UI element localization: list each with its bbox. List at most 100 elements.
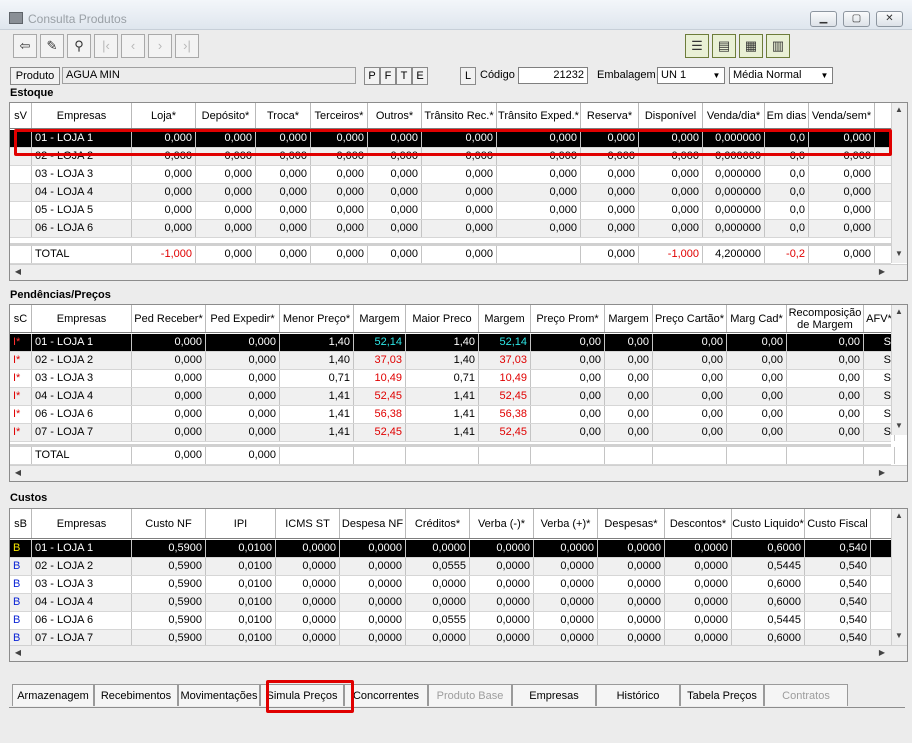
estoque-col-header[interactable]: Loja* [132,103,196,128]
view-mode-3-icon[interactable]: ▦ [739,34,763,58]
t-button[interactable]: T [396,67,412,85]
tab-hist-rico[interactable]: Histórico [596,684,680,706]
custos-col-header[interactable]: Créditos* [406,509,470,538]
custos-col-header[interactable]: Verba (+)* [534,509,598,538]
estoque-row[interactable]: 05 - LOJA 5 0,000 0,000 0,000 0,000 0,000 0,00… [10,202,891,220]
last-record-icon[interactable]: ›| [175,34,199,58]
tab-contratos[interactable]: Contratos [764,684,848,706]
custos-col-header[interactable]: Despesa NF [340,509,406,538]
prev-record-icon[interactable]: ‹ [121,34,145,58]
e-button[interactable]: E [412,67,428,85]
pendencias-row[interactable]: I* 04 - LOJA 4 0,000 0,000 1,41 52,45 1,41 52,4… [10,388,895,406]
estoque-row[interactable]: 06 - LOJA 6 0,000 0,000 0,000 0,000 0,000 0,00… [10,220,891,238]
pendencias-vertical-scrollbar[interactable]: ▲ ▼ [891,305,907,435]
tab-simula-pre-os[interactable]: Simula Preços [260,684,344,706]
custos-row[interactable]: B 06 - LOJA 6 0,5900 0,0100 0,0000 0,0000 0,05… [10,612,891,630]
pendencias-col-header[interactable]: Menor Preço* [280,305,354,332]
estoque-col-header[interactable]: Empresas [32,103,132,128]
pendencias-col-header[interactable]: Maior Preco [406,305,479,332]
custos-col-header[interactable]: IPI [206,509,276,538]
estoque-col-header[interactable]: Outros* [368,103,422,128]
scroll-right-icon[interactable]: ▶ [875,468,889,477]
estoque-horizontal-scrollbar[interactable]: ◀ ▶ [10,264,907,280]
estoque-col-header[interactable]: Trânsito Rec.* [422,103,497,128]
scroll-down-icon[interactable]: ▼ [892,631,906,640]
custos-col-header[interactable]: Verba (-)* [470,509,534,538]
tab-empresas[interactable]: Empresas [512,684,596,706]
estoque-row[interactable]: 02 - LOJA 2 0,000 0,000 0,000 0,000 0,000 0,00… [10,148,891,166]
media-select[interactable]: Média Normal ▼ [729,67,833,84]
scroll-up-icon[interactable]: ▲ [892,511,906,520]
pendencias-col-header[interactable]: Margem [354,305,406,332]
scroll-right-icon[interactable]: ▶ [875,648,889,657]
pendencias-col-header[interactable]: Ped Receber* [132,305,206,332]
scroll-down-icon[interactable]: ▼ [892,249,906,258]
custos-col-header[interactable]: Descontos* [665,509,732,538]
binoculars-icon[interactable]: ⚲ [67,34,91,58]
f-button[interactable]: F [380,67,396,85]
exit-icon[interactable]: ⇦ [13,34,37,58]
custos-col-header[interactable]: sB [10,509,32,538]
pendencias-col-header[interactable]: Ped Expedir* [206,305,280,332]
scroll-left-icon[interactable]: ◀ [11,648,25,657]
pendencias-col-header[interactable]: sC [10,305,32,332]
eraser-icon[interactable]: ✎ [40,34,64,58]
tab-produto-base[interactable]: Produto Base [428,684,512,706]
estoque-col-header[interactable]: Reserva* [581,103,639,128]
tab-concorrentes[interactable]: Concorrentes [344,684,428,706]
estoque-col-header[interactable]: sV [10,103,32,128]
scroll-down-icon[interactable]: ▼ [892,421,906,430]
pendencias-col-header[interactable]: Marg Cad* [727,305,787,332]
scroll-left-icon[interactable]: ◀ [11,267,25,276]
p-button[interactable]: P [364,67,380,85]
estoque-col-header[interactable]: Depósito* [196,103,256,128]
estoque-col-header[interactable]: Venda/sem* [809,103,875,128]
custos-col-header[interactable]: Custo Liquido* [732,509,805,538]
next-record-icon[interactable]: › [148,34,172,58]
pendencias-col-header[interactable]: Preço Prom* [531,305,605,332]
pendencias-col-header[interactable]: Preço Cartão* [653,305,727,332]
scroll-up-icon[interactable]: ▲ [892,307,906,316]
estoque-col-header[interactable]: Venda/dia* [703,103,765,128]
codigo-field[interactable]: 21232 [518,67,588,84]
pendencias-row[interactable]: I* 07 - LOJA 7 0,000 0,000 1,41 52,45 1,41 52,4… [10,424,895,442]
produto-button[interactable]: Produto [10,67,60,85]
scroll-up-icon[interactable]: ▲ [892,105,906,114]
estoque-col-header[interactable]: Em dias [765,103,809,128]
estoque-col-header[interactable]: Troca* [256,103,311,128]
estoque-vertical-scrollbar[interactable]: ▲ ▼ [891,103,907,263]
pendencias-row[interactable]: I* 06 - LOJA 6 0,000 0,000 1,41 56,38 1,41 56,3… [10,406,895,424]
scroll-right-icon[interactable]: ▶ [875,267,889,276]
custos-col-header[interactable]: ICMS ST [276,509,340,538]
estoque-row[interactable]: 03 - LOJA 3 0,000 0,000 0,000 0,000 0,000 0,00… [10,166,891,184]
view-mode-2-icon[interactable]: ▤ [712,34,736,58]
custos-row[interactable]: B 01 - LOJA 1 0,5900 0,0100 0,0000 0,0000 0,00… [10,540,891,558]
estoque-col-header[interactable]: Disponível [639,103,703,128]
tab-armazenagem[interactable]: Armazenagem [12,684,94,706]
custos-col-header[interactable]: Custo NF [132,509,206,538]
estoque-row[interactable]: 04 - LOJA 4 0,000 0,000 0,000 0,000 0,000 0,00… [10,184,891,202]
custos-col-header[interactable]: Custo Fiscal [805,509,871,538]
grid-view-icon[interactable]: ☰ [685,34,709,58]
produto-field[interactable]: AGUA MIN [62,67,356,84]
pendencias-col-header[interactable]: Margem [479,305,531,332]
custos-vertical-scrollbar[interactable]: ▲ ▼ [891,509,907,645]
pendencias-row[interactable]: I* 01 - LOJA 1 0,000 0,000 1,40 52,14 1,40 52,1… [10,334,895,352]
custos-horizontal-scrollbar[interactable]: ◀ ▶ [10,645,907,661]
pendencias-row[interactable]: I* 03 - LOJA 3 0,000 0,000 0,71 10,49 0,71 10,4… [10,370,895,388]
pendencias-row[interactable]: I* 02 - LOJA 2 0,000 0,000 1,40 37,03 1,40 37,0… [10,352,895,370]
embalagem-select[interactable]: UN 1 ▼ [657,67,725,84]
pendencias-col-header[interactable]: Recomposição de Margem [787,305,864,332]
estoque-col-header[interactable]: Terceiros* [311,103,368,128]
estoque-col-header[interactable]: Trânsito Exped.* [497,103,581,128]
pendencias-col-header[interactable]: Empresas [32,305,132,332]
l-button[interactable]: L [460,67,476,85]
tab-movimenta-es[interactable]: Movimentações [178,684,260,706]
maximize-button[interactable]: ▢ [843,11,870,27]
first-record-icon[interactable]: |‹ [94,34,118,58]
pendencias-col-header[interactable]: Margem [605,305,653,332]
custos-col-header[interactable]: Despesas* [598,509,665,538]
custos-col-header[interactable]: Empresas [32,509,132,538]
tab-tabela-pre-os[interactable]: Tabela Preços [680,684,764,706]
custos-row[interactable]: B 04 - LOJA 4 0,5900 0,0100 0,0000 0,0000 0,00… [10,594,891,612]
